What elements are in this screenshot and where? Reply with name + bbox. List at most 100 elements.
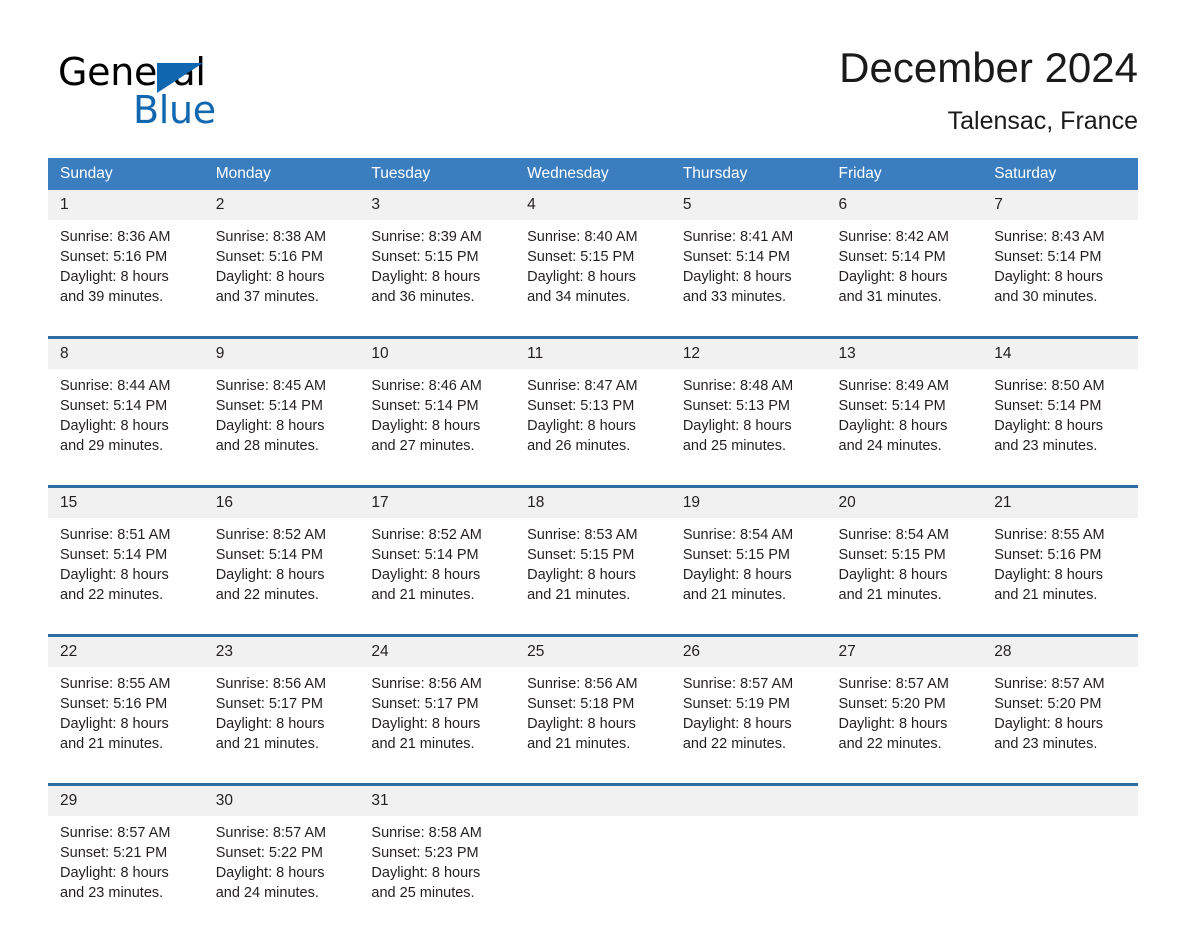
day-number[interactable]: 25 — [515, 636, 671, 668]
day-detail-text: Sunrise: 8:36 AM Sunset: 5:16 PM Dayligh… — [60, 227, 194, 307]
day-detail-text: Sunrise: 8:56 AM Sunset: 5:17 PM Dayligh… — [371, 674, 505, 754]
day-number[interactable]: 8 — [48, 338, 204, 370]
day-detail-text: Sunrise: 8:43 AM Sunset: 5:14 PM Dayligh… — [994, 227, 1128, 307]
weekday-header-wednesday: Wednesday — [515, 158, 671, 190]
day-detail-text: Sunrise: 8:57 AM Sunset: 5:20 PM Dayligh… — [994, 674, 1128, 754]
week-row: 29 30 31 Sunrise: 8:57 AM Sunset: 5:21 P… — [48, 785, 1138, 932]
day-number[interactable]: 18 — [515, 487, 671, 519]
day-cell: Sunrise: 8:57 AM Sunset: 5:20 PM Dayligh… — [827, 667, 983, 785]
day-number-empty — [671, 785, 827, 817]
day-number[interactable]: 24 — [359, 636, 515, 668]
day-number[interactable]: 31 — [359, 785, 515, 817]
day-detail-text: Sunrise: 8:49 AM Sunset: 5:14 PM Dayligh… — [839, 376, 973, 456]
general-blue-logo[interactable]: General Blue — [58, 50, 318, 142]
day-number-empty — [827, 785, 983, 817]
day-detail-text: Sunrise: 8:56 AM Sunset: 5:18 PM Dayligh… — [527, 674, 661, 754]
day-number[interactable]: 5 — [671, 190, 827, 220]
day-cell-empty — [827, 816, 983, 932]
weekday-header-sunday: Sunday — [48, 158, 204, 190]
day-cell: Sunrise: 8:48 AM Sunset: 5:13 PM Dayligh… — [671, 369, 827, 487]
day-detail-text: Sunrise: 8:39 AM Sunset: 5:15 PM Dayligh… — [371, 227, 505, 307]
day-number[interactable]: 12 — [671, 338, 827, 370]
day-detail-text: Sunrise: 8:42 AM Sunset: 5:14 PM Dayligh… — [839, 227, 973, 307]
day-detail-text: Sunrise: 8:48 AM Sunset: 5:13 PM Dayligh… — [683, 376, 817, 456]
week-row: 15 16 17 18 19 20 21 Sunrise: 8:51 AM Su… — [48, 487, 1138, 636]
day-number[interactable]: 22 — [48, 636, 204, 668]
week-row: 1 2 3 4 5 6 7 Sunrise: 8:36 AM Sunset: 5… — [48, 190, 1138, 338]
week-row: 8 9 10 11 12 13 14 Sunrise: 8:44 AM Suns… — [48, 338, 1138, 487]
day-detail-text: Sunrise: 8:57 AM Sunset: 5:20 PM Dayligh… — [839, 674, 973, 754]
weekday-header-saturday: Saturday — [982, 158, 1138, 190]
weekday-header-row: Sunday Monday Tuesday Wednesday Thursday… — [48, 158, 1138, 190]
day-number[interactable]: 13 — [827, 338, 983, 370]
day-detail-text: Sunrise: 8:45 AM Sunset: 5:14 PM Dayligh… — [216, 376, 350, 456]
day-number[interactable]: 15 — [48, 487, 204, 519]
day-number[interactable]: 9 — [204, 338, 360, 370]
day-cell: Sunrise: 8:58 AM Sunset: 5:23 PM Dayligh… — [359, 816, 515, 932]
day-cell: Sunrise: 8:36 AM Sunset: 5:16 PM Dayligh… — [48, 220, 204, 338]
day-number-empty — [515, 785, 671, 817]
day-cell: Sunrise: 8:57 AM Sunset: 5:21 PM Dayligh… — [48, 816, 204, 932]
day-cell: Sunrise: 8:52 AM Sunset: 5:14 PM Dayligh… — [359, 518, 515, 636]
day-cell: Sunrise: 8:39 AM Sunset: 5:15 PM Dayligh… — [359, 220, 515, 338]
day-number[interactable]: 21 — [982, 487, 1138, 519]
day-cell: Sunrise: 8:47 AM Sunset: 5:13 PM Dayligh… — [515, 369, 671, 487]
day-number-empty — [982, 785, 1138, 817]
day-detail-text: Sunrise: 8:54 AM Sunset: 5:15 PM Dayligh… — [683, 525, 817, 605]
page-header: General Blue December 2024 Talensac, Fra… — [48, 42, 1138, 147]
page-title: December 2024 — [839, 42, 1138, 94]
day-number[interactable]: 1 — [48, 190, 204, 220]
day-number[interactable]: 19 — [671, 487, 827, 519]
day-cell: Sunrise: 8:55 AM Sunset: 5:16 PM Dayligh… — [982, 518, 1138, 636]
day-cell: Sunrise: 8:56 AM Sunset: 5:17 PM Dayligh… — [359, 667, 515, 785]
day-detail-text: Sunrise: 8:55 AM Sunset: 5:16 PM Dayligh… — [994, 525, 1128, 605]
day-number[interactable]: 28 — [982, 636, 1138, 668]
day-cell: Sunrise: 8:54 AM Sunset: 5:15 PM Dayligh… — [827, 518, 983, 636]
day-number-row: 15 16 17 18 19 20 21 — [48, 487, 1138, 519]
day-number[interactable]: 20 — [827, 487, 983, 519]
day-number[interactable]: 16 — [204, 487, 360, 519]
day-detail-text: Sunrise: 8:58 AM Sunset: 5:23 PM Dayligh… — [371, 823, 505, 903]
day-number[interactable]: 30 — [204, 785, 360, 817]
day-detail-row: Sunrise: 8:44 AM Sunset: 5:14 PM Dayligh… — [48, 369, 1138, 487]
day-detail-text: Sunrise: 8:54 AM Sunset: 5:15 PM Dayligh… — [839, 525, 973, 605]
calendar-table: Sunday Monday Tuesday Wednesday Thursday… — [48, 158, 1138, 932]
day-cell: Sunrise: 8:57 AM Sunset: 5:20 PM Dayligh… — [982, 667, 1138, 785]
day-cell: Sunrise: 8:42 AM Sunset: 5:14 PM Dayligh… — [827, 220, 983, 338]
day-detail-text: Sunrise: 8:47 AM Sunset: 5:13 PM Dayligh… — [527, 376, 661, 456]
day-number[interactable]: 6 — [827, 190, 983, 220]
day-number[interactable]: 11 — [515, 338, 671, 370]
day-cell: Sunrise: 8:49 AM Sunset: 5:14 PM Dayligh… — [827, 369, 983, 487]
day-number[interactable]: 10 — [359, 338, 515, 370]
day-number[interactable]: 4 — [515, 190, 671, 220]
day-cell: Sunrise: 8:40 AM Sunset: 5:15 PM Dayligh… — [515, 220, 671, 338]
day-cell: Sunrise: 8:45 AM Sunset: 5:14 PM Dayligh… — [204, 369, 360, 487]
day-cell-empty — [982, 816, 1138, 932]
day-cell-empty — [515, 816, 671, 932]
day-number[interactable]: 3 — [359, 190, 515, 220]
day-number[interactable]: 7 — [982, 190, 1138, 220]
day-number[interactable]: 14 — [982, 338, 1138, 370]
day-cell: Sunrise: 8:46 AM Sunset: 5:14 PM Dayligh… — [359, 369, 515, 487]
day-cell: Sunrise: 8:50 AM Sunset: 5:14 PM Dayligh… — [982, 369, 1138, 487]
day-detail-text: Sunrise: 8:57 AM Sunset: 5:19 PM Dayligh… — [683, 674, 817, 754]
day-detail-text: Sunrise: 8:53 AM Sunset: 5:15 PM Dayligh… — [527, 525, 661, 605]
day-cell: Sunrise: 8:54 AM Sunset: 5:15 PM Dayligh… — [671, 518, 827, 636]
day-detail-text: Sunrise: 8:51 AM Sunset: 5:14 PM Dayligh… — [60, 525, 194, 605]
day-number[interactable]: 23 — [204, 636, 360, 668]
day-number[interactable]: 29 — [48, 785, 204, 817]
day-detail-text: Sunrise: 8:46 AM Sunset: 5:14 PM Dayligh… — [371, 376, 505, 456]
calendar-page: General Blue December 2024 Talensac, Fra… — [0, 0, 1188, 918]
day-number[interactable]: 26 — [671, 636, 827, 668]
day-detail-text: Sunrise: 8:38 AM Sunset: 5:16 PM Dayligh… — [216, 227, 350, 307]
day-detail-text: Sunrise: 8:57 AM Sunset: 5:22 PM Dayligh… — [216, 823, 350, 903]
day-cell: Sunrise: 8:41 AM Sunset: 5:14 PM Dayligh… — [671, 220, 827, 338]
day-number[interactable]: 17 — [359, 487, 515, 519]
day-number[interactable]: 27 — [827, 636, 983, 668]
day-detail-text: Sunrise: 8:44 AM Sunset: 5:14 PM Dayligh… — [60, 376, 194, 456]
day-number[interactable]: 2 — [204, 190, 360, 220]
day-detail-text: Sunrise: 8:57 AM Sunset: 5:21 PM Dayligh… — [60, 823, 194, 903]
day-number-row: 22 23 24 25 26 27 28 — [48, 636, 1138, 668]
day-detail-text: Sunrise: 8:56 AM Sunset: 5:17 PM Dayligh… — [216, 674, 350, 754]
day-cell: Sunrise: 8:55 AM Sunset: 5:16 PM Dayligh… — [48, 667, 204, 785]
